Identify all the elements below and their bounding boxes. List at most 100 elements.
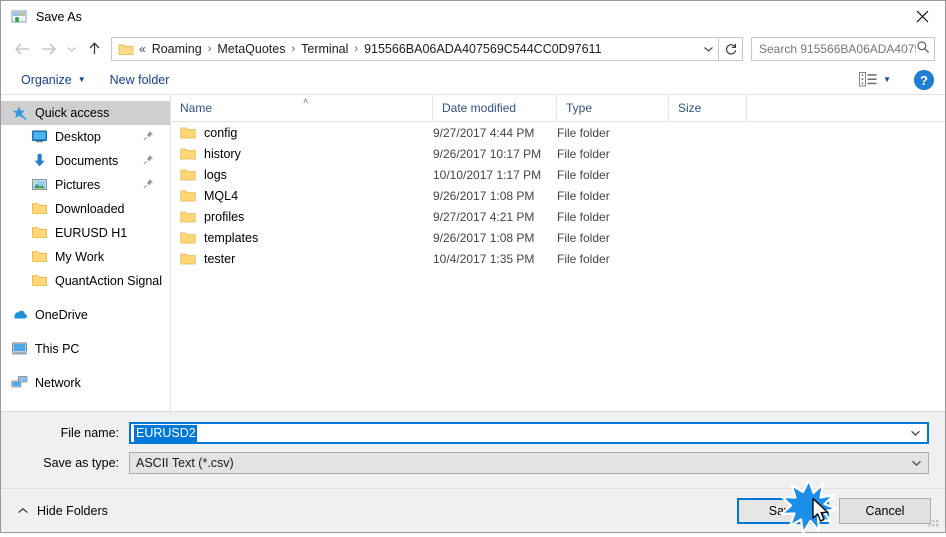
sidebar-item-label: Network — [35, 376, 81, 390]
sidebar-item-pictures[interactable]: Pictures — [1, 173, 170, 197]
sidebar-item-my-work[interactable]: My Work — [1, 245, 170, 269]
breadcrumb[interactable]: « Roaming › MetaQuotes › Terminal › 9155… — [111, 36, 719, 61]
breadcrumb-item-metaquotes[interactable]: MetaQuotes — [213, 42, 289, 56]
sidebar-item-this-pc[interactable]: This PC — [1, 337, 170, 361]
file-type-cell: File folder — [557, 251, 610, 266]
file-name-label: profiles — [204, 209, 245, 224]
toolbar-right-group: ▼ ? — [855, 69, 935, 91]
window-title: Save As — [36, 9, 82, 24]
svg-text:?: ? — [920, 73, 928, 88]
column-header-name[interactable]: ˄ Name — [171, 95, 433, 121]
breadcrumb-separator[interactable]: › — [206, 43, 214, 55]
file-name-cell: MQL4 — [171, 189, 433, 203]
breadcrumb-separator[interactable]: › — [352, 43, 360, 55]
breadcrumb-chevron-down-icon[interactable] — [698, 38, 718, 60]
sidebar-item-label: My Work — [55, 250, 105, 264]
up-icon[interactable] — [81, 37, 107, 61]
close-icon[interactable] — [899, 1, 945, 32]
breadcrumb-separator[interactable]: › — [289, 43, 297, 55]
folder-icon — [180, 252, 196, 266]
file-type-cell: File folder — [557, 167, 610, 182]
save-button[interactable]: Save — [737, 497, 829, 524]
column-headers: ˄ Name Date modified Type Size — [171, 95, 945, 122]
organize-button[interactable]: Organize ▼ — [15, 70, 92, 90]
sidebar-item-desktop[interactable]: Desktop — [1, 125, 170, 149]
chevron-up-icon — [17, 504, 29, 518]
sidebar-item-label: QuantAction Signal — [55, 274, 163, 288]
table-row[interactable]: tester 10/4/2017 1:35 PM File folder — [171, 248, 945, 269]
forward-icon[interactable] — [35, 37, 61, 61]
file-name-label: config — [204, 125, 238, 140]
file-name-row: File name: EURUSD2 — [17, 422, 929, 444]
pin-icon[interactable] — [143, 130, 154, 144]
column-header-type[interactable]: Type — [557, 95, 669, 121]
refresh-icon[interactable] — [719, 36, 743, 61]
file-type-row: Save as type: ASCII Text (*.csv) — [17, 452, 929, 474]
sidebar-item-label: OneDrive — [35, 308, 88, 322]
folder-icon — [180, 231, 196, 245]
help-icon[interactable]: ? — [913, 69, 935, 91]
search-placeholder: Search 915566BA06ADA40756... — [759, 41, 916, 56]
sidebar-item-label: Pictures — [55, 178, 101, 192]
back-icon[interactable] — [9, 37, 35, 61]
file-type-chevron-down-icon[interactable] — [904, 453, 928, 473]
folder-icon — [31, 249, 48, 265]
new-folder-button[interactable]: New folder — [104, 70, 176, 90]
sidebar-item-downloaded[interactable]: Downloaded — [1, 197, 170, 221]
column-header-spacer — [747, 95, 945, 121]
sidebar-item-network[interactable]: Network — [1, 371, 170, 395]
folder-icon — [118, 42, 134, 56]
file-name-cell: logs — [171, 168, 433, 182]
pin-icon[interactable] — [143, 154, 154, 168]
column-header-label: Type — [566, 101, 593, 115]
resize-grip-icon[interactable] — [927, 515, 941, 529]
sidebar-item-eurusd-h1[interactable]: EURUSD H1 — [1, 221, 170, 245]
file-name-cell: templates — [171, 231, 433, 245]
sidebar-item-label: Desktop — [55, 130, 101, 144]
file-name-cell: history — [171, 147, 433, 161]
column-header-date-modified[interactable]: Date modified — [433, 95, 557, 121]
sidebar-item-documents[interactable]: Documents — [1, 149, 170, 173]
file-type-cell: File folder — [557, 146, 610, 161]
table-row[interactable]: templates 9/26/2017 1:08 PM File folder — [171, 227, 945, 248]
navigation-pane: Quick access Desktop Documents Pictures … — [1, 95, 171, 411]
table-row[interactable]: config 9/27/2017 4:44 PM File folder — [171, 122, 945, 143]
column-header-size[interactable]: Size — [669, 95, 747, 121]
sidebar-item-quick-access[interactable]: Quick access — [1, 101, 170, 125]
save-as-dialog: Save As « Roaming › MetaQuotes › Termina… — [0, 0, 946, 535]
view-options-icon[interactable]: ▼ — [855, 69, 895, 90]
file-name-input[interactable]: EURUSD2 — [129, 422, 929, 444]
cancel-button[interactable]: Cancel — [839, 497, 931, 524]
folder-icon — [31, 201, 48, 217]
sidebar-item-onedrive[interactable]: OneDrive — [1, 303, 170, 327]
sort-ascending-icon: ˄ — [303, 96, 309, 106]
folder-icon — [31, 225, 48, 241]
star-pin-icon — [11, 105, 28, 121]
breadcrumb-item-terminal[interactable]: Terminal — [297, 42, 352, 56]
table-row[interactable]: MQL4 9/26/2017 1:08 PM File folder — [171, 185, 945, 206]
breadcrumb-item-instance-id[interactable]: 915566BA06ADA407569C544CC0D97611 — [360, 42, 605, 56]
recent-locations-chevron-down-icon[interactable] — [61, 37, 81, 61]
view-chevron-down-icon: ▼ — [883, 75, 891, 84]
sidebar-item-quantaction-signal[interactable]: QuantAction Signal — [1, 269, 170, 293]
search-icon[interactable] — [916, 40, 930, 57]
breadcrumb-overflow[interactable]: « — [139, 42, 146, 56]
pin-icon[interactable] — [143, 178, 154, 192]
column-header-label: Size — [678, 101, 702, 115]
sidebar-item-label: EURUSD H1 — [55, 226, 128, 240]
table-row[interactable]: profiles 9/27/2017 4:21 PM File folder — [171, 206, 945, 227]
table-row[interactable]: logs 10/10/2017 1:17 PM File folder — [171, 164, 945, 185]
file-name-chevron-down-icon[interactable] — [903, 424, 927, 442]
search-input[interactable]: Search 915566BA06ADA40756... — [751, 36, 935, 61]
command-toolbar: Organize ▼ New folder ▼ ? — [1, 65, 945, 95]
file-type-select[interactable]: ASCII Text (*.csv) — [129, 452, 929, 474]
file-type-value: ASCII Text (*.csv) — [136, 456, 234, 470]
file-date-cell: 9/26/2017 1:08 PM — [433, 230, 535, 245]
cancel-button-label: Cancel — [865, 503, 905, 518]
table-row[interactable]: history 9/26/2017 10:17 PM File folder — [171, 143, 945, 164]
hide-folders-button[interactable]: Hide Folders — [11, 500, 114, 522]
breadcrumb-item-roaming[interactable]: Roaming — [148, 42, 206, 56]
file-name-label: MQL4 — [204, 188, 239, 203]
